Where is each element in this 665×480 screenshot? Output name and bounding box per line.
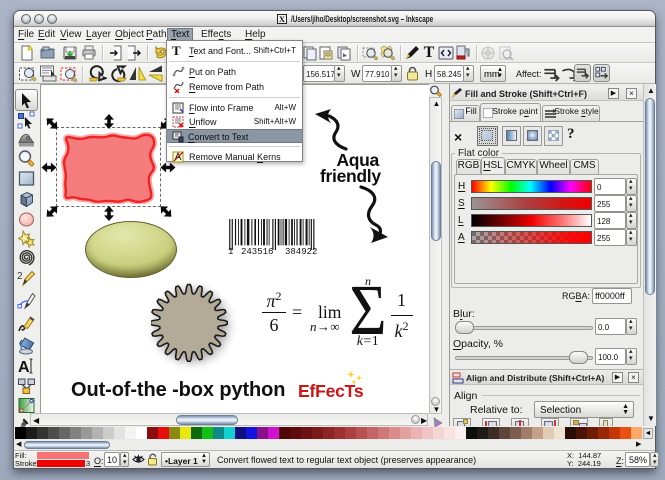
svg-text:A: A	[18, 359, 30, 376]
svg-text:2: 2	[17, 271, 23, 282]
